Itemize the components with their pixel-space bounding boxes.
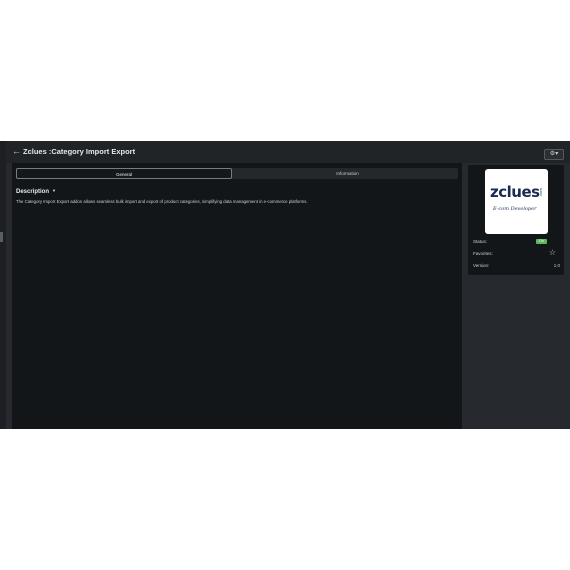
page-header: ← Zclues :Category Import Export ⚙▾ [6, 141, 570, 163]
description-text: The Category Import Export addon allows … [16, 199, 308, 204]
favorites-label: Favorites: [473, 251, 493, 256]
left-rail [0, 141, 6, 429]
version-value: 1.0 [553, 263, 560, 268]
status-badge[interactable]: On [536, 239, 547, 244]
tab-information[interactable]: Information [237, 168, 458, 179]
status-label: Status: [473, 239, 488, 244]
addon-card: zclues .com E-com Developer Status: On F… [468, 165, 564, 275]
favorites-row: Favorites: ☆ [473, 249, 560, 258]
logo-tagline: E-com Developer [493, 206, 537, 212]
arrow-left-icon[interactable]: ← [12, 146, 22, 156]
chevron-down-icon: ▾ [555, 151, 559, 157]
description-heading: Description [16, 189, 50, 195]
caret-down-icon: ▼ [52, 188, 56, 193]
tab-general[interactable]: General [16, 168, 232, 179]
tab-bar: General Information [16, 168, 458, 179]
addon-sidebar: zclues .com E-com Developer Status: On F… [468, 163, 565, 417]
main-panel: General Information Description ▼ The Cat… [12, 163, 462, 429]
app-window: ← Zclues :Category Import Export ⚙▾ Gene… [0, 141, 570, 429]
version-row: Version: 1.0 [473, 262, 560, 270]
logo-brand: zclues [490, 183, 540, 201]
description-toggle[interactable]: Description ▼ [16, 188, 56, 195]
rail-handle[interactable] [0, 232, 3, 242]
settings-dropdown-button[interactable]: ⚙▾ [544, 149, 564, 160]
addon-logo: zclues .com E-com Developer [485, 169, 548, 234]
star-icon[interactable]: ☆ [549, 249, 556, 257]
version-label: Version: [473, 263, 490, 268]
status-row: Status: On [473, 238, 560, 246]
page-title: Zclues :Category Import Export [23, 147, 136, 156]
logo-suffix: .com [537, 188, 543, 197]
